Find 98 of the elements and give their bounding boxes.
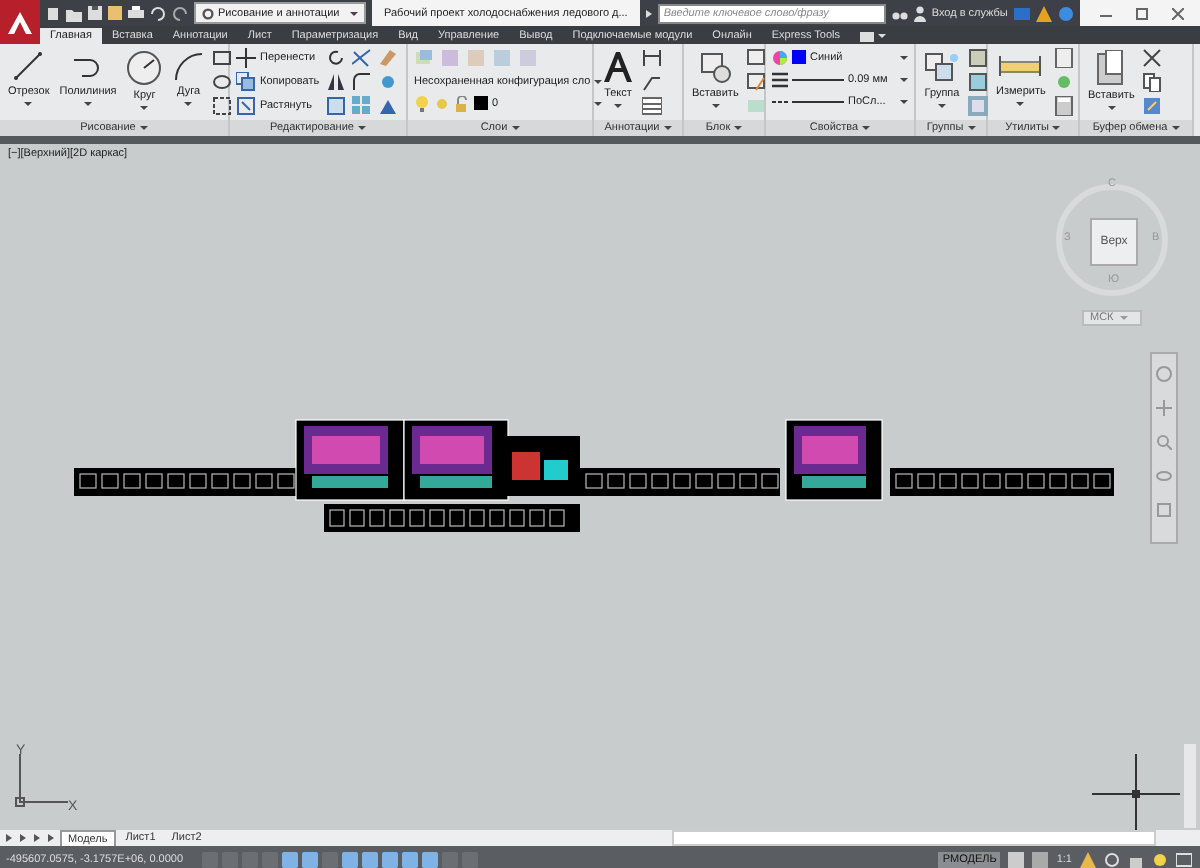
calculator-icon[interactable] xyxy=(1053,96,1074,116)
dimension-icon[interactable] xyxy=(642,48,662,68)
arc-icon xyxy=(172,50,205,82)
help-icon[interactable] xyxy=(1057,5,1074,21)
caret-icon xyxy=(1107,106,1116,110)
app-logo-icon[interactable] xyxy=(6,9,34,35)
crosshair-cursor xyxy=(1092,754,1180,830)
caret-icon xyxy=(862,126,871,130)
video-icon xyxy=(860,31,875,41)
region-icon[interactable] xyxy=(212,96,233,116)
color-swatch-icon xyxy=(792,50,806,64)
group-edit-icon[interactable] xyxy=(968,72,988,92)
group-icon xyxy=(924,50,960,84)
copy-clip-icon[interactable] xyxy=(1142,72,1163,92)
edit-block-icon[interactable] xyxy=(746,72,767,92)
caret-icon xyxy=(184,102,193,106)
warning-icon[interactable] xyxy=(1035,5,1052,21)
unlock-icon[interactable] xyxy=(454,95,470,111)
redo-icon[interactable] xyxy=(172,5,188,21)
lineweight-icon[interactable] xyxy=(772,71,788,87)
move-icon xyxy=(236,48,256,68)
caret-icon xyxy=(594,79,603,83)
caret-icon xyxy=(1052,126,1061,130)
scissors-icon[interactable] xyxy=(1142,48,1163,68)
caret-icon xyxy=(663,126,672,130)
caret-icon xyxy=(1119,316,1128,320)
maximize-icon[interactable] xyxy=(1136,7,1148,19)
stretch-icon xyxy=(236,96,256,116)
gear-icon xyxy=(202,7,214,19)
prev-tab-icon[interactable] xyxy=(18,832,28,844)
caret-icon xyxy=(24,102,33,106)
circle-icon xyxy=(126,50,163,86)
drafting-toggle[interactable] xyxy=(402,851,418,867)
print-icon[interactable] xyxy=(128,6,144,20)
ucs-icon xyxy=(12,750,72,810)
caret-icon xyxy=(84,102,92,106)
workspace-gear-icon[interactable] xyxy=(1104,851,1120,867)
caret-icon xyxy=(900,55,908,59)
open-folder-icon[interactable] xyxy=(66,5,82,21)
drafting-toggle[interactable] xyxy=(342,851,358,867)
horizontal-scrollbar[interactable] xyxy=(672,830,1156,846)
leader-icon[interactable] xyxy=(642,72,662,92)
first-tab-icon[interactable] xyxy=(4,832,14,844)
caret-icon xyxy=(357,126,366,130)
trim-icon[interactable] xyxy=(351,48,372,68)
line-sample-icon xyxy=(792,97,844,105)
scale-icon[interactable] xyxy=(325,96,346,116)
caret-icon xyxy=(711,104,720,108)
copy-icon xyxy=(236,72,256,92)
caret-icon xyxy=(1171,126,1180,130)
quick-view-layouts-icon[interactable] xyxy=(1008,851,1025,867)
line-icon xyxy=(12,50,45,82)
offset-icon[interactable] xyxy=(377,96,398,116)
quick-calc-icon[interactable] xyxy=(1053,48,1074,68)
next-tab-icon[interactable] xyxy=(32,832,42,844)
layer-color-icon xyxy=(474,96,488,110)
fillet-icon[interactable] xyxy=(351,72,372,92)
drafting-toggle[interactable] xyxy=(362,851,378,867)
annotation-visibility-icon[interactable] xyxy=(1080,851,1096,867)
table-icon[interactable] xyxy=(642,96,662,116)
caret-icon xyxy=(511,126,520,130)
ungroup-icon[interactable] xyxy=(968,48,988,68)
last-tab-icon[interactable] xyxy=(46,832,56,844)
caret-icon xyxy=(614,104,622,108)
caret-icon xyxy=(140,106,149,110)
block-insert-icon xyxy=(697,50,734,84)
caret-icon xyxy=(900,77,908,81)
drafting-toggle[interactable] xyxy=(382,851,398,867)
hatch-icon[interactable] xyxy=(212,72,233,92)
save-icon[interactable] xyxy=(88,6,102,20)
caret-icon xyxy=(938,104,946,108)
close-icon[interactable] xyxy=(1172,7,1184,19)
undo-icon[interactable] xyxy=(150,5,166,21)
drafting-toggle[interactable] xyxy=(282,851,298,867)
caret-icon xyxy=(139,126,148,130)
mirror-icon[interactable] xyxy=(325,72,346,92)
caret-icon xyxy=(878,34,887,38)
new-file-icon[interactable] xyxy=(46,5,60,21)
caret-icon xyxy=(594,101,603,105)
caret-icon xyxy=(967,126,976,130)
caret-icon xyxy=(734,126,743,130)
lightbulb-icon[interactable] xyxy=(414,95,430,111)
user-icon xyxy=(913,5,926,21)
color-wheel-icon[interactable] xyxy=(772,49,788,65)
clean-screen-icon[interactable] xyxy=(1176,851,1192,867)
line-sample-icon xyxy=(792,75,844,83)
caret-icon xyxy=(900,99,908,103)
ruler-icon xyxy=(998,50,1043,82)
create-block-icon[interactable] xyxy=(746,48,767,68)
drafting-toggle[interactable] xyxy=(302,851,318,867)
drafting-toggle[interactable] xyxy=(422,851,438,867)
rotate-icon[interactable] xyxy=(325,48,346,68)
text-icon xyxy=(602,50,634,84)
rectangle-icon[interactable] xyxy=(212,48,233,68)
caret-right-icon[interactable] xyxy=(645,9,652,17)
caret-icon xyxy=(350,11,358,15)
caret-icon xyxy=(1016,102,1025,106)
vertical-scrollbar[interactable] xyxy=(1184,744,1196,828)
